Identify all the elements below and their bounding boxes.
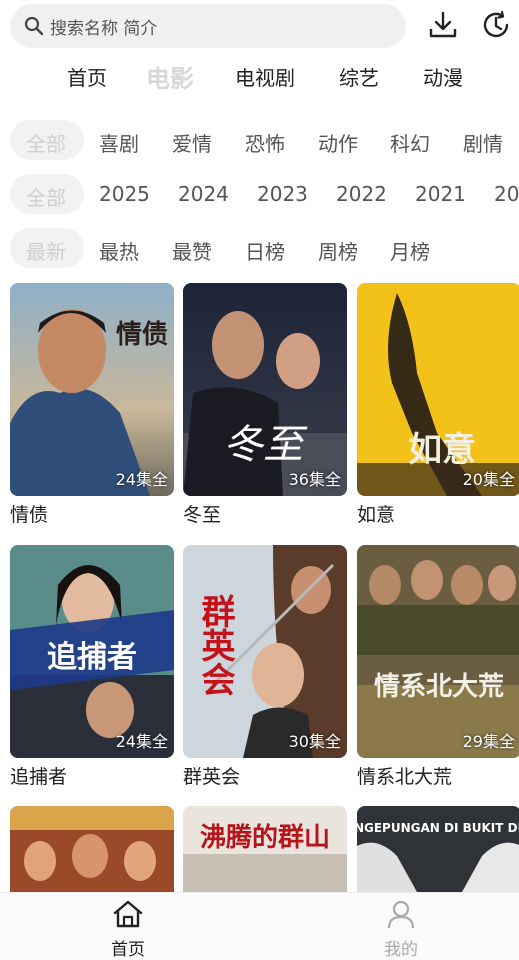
genre-action[interactable]: 动作 (318, 128, 358, 157)
poster-title-text: 情债 (116, 320, 168, 350)
nav-item-anime[interactable]: 动漫 (423, 62, 463, 91)
bottom-tab-bar: 首页 我的 (0, 892, 519, 960)
video-title[interactable]: 如意 (357, 500, 519, 527)
genre-comedy[interactable]: 喜剧 (99, 128, 139, 157)
poster-title-text: 追捕者 (47, 640, 137, 675)
sort-hot[interactable]: 最热 (99, 236, 139, 265)
year-2025[interactable]: 2025 (99, 182, 150, 206)
tab-home[interactable]: 首页 (78, 899, 178, 960)
video-title[interactable]: 情债 (10, 500, 174, 527)
poster-image[interactable]: 情债 24集全 (10, 283, 174, 496)
home-icon (113, 900, 143, 928)
top-bar: 搜索名称 简介 (0, 0, 519, 54)
poster-title-text: 如意 (408, 430, 476, 470)
poster-title-text: PENGEPUNGAN DI BUKIT DURI (357, 821, 519, 835)
year-filter: 全部 2025 2024 2023 2022 2021 20 (0, 174, 519, 214)
sort-filter: 最新 最热 最赞 日榜 周榜 月榜 (0, 228, 519, 268)
history-icon[interactable] (482, 10, 512, 40)
tab-label: 首页 (111, 940, 145, 960)
poster-image[interactable]: 群英会 30集全 (183, 545, 347, 758)
sort-monthly[interactable]: 月榜 (390, 236, 430, 265)
year-2021[interactable]: 2021 (415, 182, 466, 206)
video-card[interactable]: 冬至 36集全 冬至 (183, 283, 347, 527)
genre-drama[interactable]: 剧情 (463, 128, 503, 157)
search-icon (24, 16, 44, 36)
tab-mine[interactable]: 我的 (351, 899, 451, 960)
video-card[interactable]: 追捕者 24集全 追捕者 (10, 545, 174, 789)
nav-item-movie[interactable]: 电影 (146, 59, 194, 94)
video-card[interactable]: 如意 20集全 如意 (357, 283, 519, 527)
poster-title-text: 群英会 (195, 594, 235, 696)
year-all[interactable]: 全部 (26, 182, 66, 211)
year-2023[interactable]: 2023 (257, 182, 308, 206)
episode-badge: 24集全 (115, 732, 168, 751)
poster-image[interactable]: 沸腾的群山 (183, 806, 347, 892)
user-icon (387, 900, 415, 929)
poster-title-text: 冬至 (223, 422, 308, 468)
video-title[interactable]: 群英会 (183, 762, 347, 789)
episode-badge: 36集全 (288, 470, 341, 489)
genre-horror[interactable]: 恐怖 (245, 128, 285, 157)
genre-filter: 全部 喜剧 爱情 恐怖 动作 科幻 剧情 (0, 120, 519, 160)
poster-image[interactable]: PENGEPUNGAN DI BUKIT DURI (357, 806, 519, 892)
year-partial[interactable]: 20 (494, 182, 519, 206)
tab-label: 我的 (384, 940, 418, 960)
poster-image[interactable]: 冬至 36集全 (183, 283, 347, 496)
video-card[interactable]: 群英会 30集全 群英会 (183, 545, 347, 789)
genre-scifi[interactable]: 科幻 (390, 128, 430, 157)
sort-daily[interactable]: 日榜 (245, 236, 285, 265)
download-icon[interactable] (428, 10, 458, 40)
poster-image[interactable] (10, 806, 174, 892)
video-card[interactable]: 情债 24集全 情债 (10, 283, 174, 527)
sort-latest[interactable]: 最新 (26, 236, 66, 265)
poster-title-text: 情系北大荒 (374, 672, 504, 702)
sort-liked[interactable]: 最赞 (172, 236, 212, 265)
video-title[interactable]: 情系北大荒 (357, 762, 519, 789)
poster-image[interactable]: 追捕者 24集全 (10, 545, 174, 758)
poster-image[interactable]: 如意 20集全 (357, 283, 519, 496)
year-2022[interactable]: 2022 (336, 182, 387, 206)
nav-item-tv[interactable]: 电视剧 (235, 62, 295, 91)
video-card[interactable]: 情系北大荒 29集全 情系北大荒 (357, 545, 519, 789)
episode-badge: 24集全 (115, 470, 168, 489)
episode-badge: 29集全 (462, 732, 515, 751)
genre-romance[interactable]: 爱情 (172, 128, 212, 157)
sort-weekly[interactable]: 周榜 (318, 236, 358, 265)
search-placeholder: 搜索名称 简介 (50, 18, 158, 39)
category-nav: 首页 电影 电视剧 综艺 动漫 (0, 62, 519, 98)
episode-badge: 30集全 (288, 732, 341, 751)
year-2024[interactable]: 2024 (178, 182, 229, 206)
episode-badge: 20集全 (462, 470, 515, 489)
video-title[interactable]: 追捕者 (10, 762, 174, 789)
nav-item-home[interactable]: 首页 (67, 62, 107, 91)
nav-item-variety[interactable]: 综艺 (339, 62, 379, 91)
genre-all[interactable]: 全部 (26, 128, 66, 157)
search-bar[interactable]: 搜索名称 简介 (10, 4, 406, 48)
video-title[interactable]: 冬至 (183, 500, 347, 527)
poster-image[interactable]: 情系北大荒 29集全 (357, 545, 519, 758)
poster-title-text: 沸腾的群山 (200, 822, 330, 853)
